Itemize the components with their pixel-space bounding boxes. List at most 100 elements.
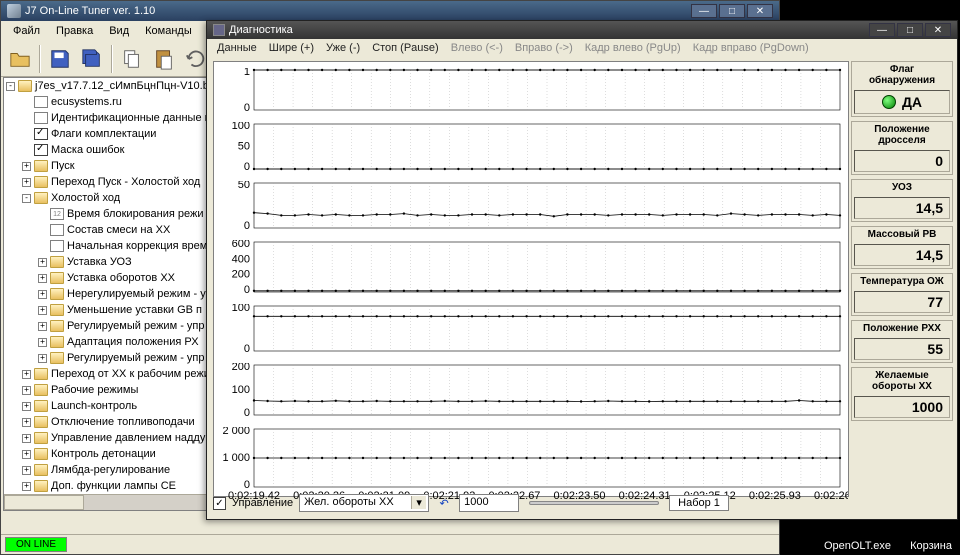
close-button[interactable]: ✕ <box>747 4 773 18</box>
svg-text:100: 100 <box>232 122 250 132</box>
tree-hscrollbar[interactable] <box>4 494 232 510</box>
diag-menu-item[interactable]: Уже (-) <box>320 40 366 56</box>
tree-item[interactable]: +Переход Пуск - Холостой ход <box>4 174 232 190</box>
tree-item[interactable]: +Нерегулируемый режим - у <box>4 286 232 302</box>
expand-icon[interactable]: + <box>22 162 31 171</box>
svg-text:0: 0 <box>244 407 250 419</box>
svg-text:50: 50 <box>238 141 250 153</box>
tree-item[interactable]: +Уставка УОЗ <box>4 254 232 270</box>
tree-root-label: j7es_v17.7.12_сИмпБцнПцн-V10.bк <box>35 80 214 92</box>
expand-icon[interactable]: + <box>22 450 31 459</box>
expand-icon[interactable]: + <box>38 290 47 299</box>
diag-menu-item[interactable]: Стоп (Pause) <box>366 40 445 56</box>
diag-maximize-button[interactable]: □ <box>897 23 923 37</box>
app-icon <box>7 4 21 18</box>
expand-icon[interactable]: + <box>22 386 31 395</box>
chart-svg: 10 <box>214 68 848 118</box>
paste-button[interactable] <box>149 44 179 74</box>
menu-view[interactable]: Вид <box>101 23 137 39</box>
tree-item-label: Launch-контроль <box>51 400 137 412</box>
tree-item[interactable]: +Уменьшение уставки GB п <box>4 302 232 318</box>
menu-edit[interactable]: Правка <box>48 23 101 39</box>
tree-item[interactable]: Состав смеси на ХХ <box>4 222 232 238</box>
taskbar-bin[interactable]: Корзина <box>910 540 952 552</box>
folder-icon <box>34 176 48 188</box>
diag-menu-item[interactable]: Данные <box>211 40 263 56</box>
tree-item[interactable]: ecusystems.ru <box>4 94 232 110</box>
page-icon <box>34 96 48 108</box>
expand-icon[interactable]: + <box>22 418 31 427</box>
expand-icon[interactable]: + <box>22 178 31 187</box>
tree-item[interactable]: Начальная коррекция врем <box>4 238 232 254</box>
tree-item[interactable]: +Доп. функции лампы CE <box>4 478 232 494</box>
readout-label: УОЗ <box>852 180 952 195</box>
diag-minimize-button[interactable]: — <box>869 23 895 37</box>
minimize-button[interactable]: — <box>691 4 717 18</box>
tree-item[interactable]: Идентификационные данные п <box>4 110 232 126</box>
expand-icon[interactable]: + <box>38 322 47 331</box>
menu-commands[interactable]: Команды <box>137 23 200 39</box>
open-button[interactable] <box>5 44 35 74</box>
svg-text:0: 0 <box>244 220 250 232</box>
tree-item-label: Управление давлением надду <box>51 432 205 444</box>
set-label[interactable]: Набор 1 <box>669 495 729 511</box>
revert-button[interactable]: ↶ <box>435 494 453 512</box>
tree-item[interactable]: +Уставка оборотов ХХ <box>4 270 232 286</box>
tree-item[interactable]: Маска ошибок <box>4 142 232 158</box>
tree-item[interactable]: +Пуск <box>4 158 232 174</box>
tree-root[interactable]: - j7es_v17.7.12_сИмпБцнПцн-V10.bк <box>4 78 232 94</box>
expand-icon[interactable]: + <box>22 466 31 475</box>
svg-text:200: 200 <box>232 269 250 281</box>
tree-item-label: Регулируемый режим - упр <box>67 352 205 364</box>
diag-close-button[interactable]: ✕ <box>925 23 951 37</box>
tree-item[interactable]: +Регулируемый режим - упр <box>4 318 232 334</box>
expand-icon[interactable]: + <box>22 402 31 411</box>
tree-item[interactable]: +Датчики, механизмы <box>4 510 232 511</box>
collapse-icon[interactable]: - <box>22 194 31 203</box>
folder-icon <box>34 368 48 380</box>
chart-svg: 6004002000 <box>214 240 848 300</box>
tree-view[interactable]: - j7es_v17.7.12_сИмпБцнПцн-V10.bк ecusys… <box>3 77 233 511</box>
value-input[interactable]: 1000 <box>459 494 519 512</box>
toolbar-separator <box>111 45 113 73</box>
menu-file[interactable]: Файл <box>5 23 48 39</box>
taskbar: OpenOLT.exe Корзина <box>808 540 952 552</box>
copy-button[interactable] <box>117 44 147 74</box>
tree-item[interactable]: Флаги комплектации <box>4 126 232 142</box>
save-button[interactable] <box>45 44 75 74</box>
save-all-button[interactable] <box>77 44 107 74</box>
collapse-icon[interactable]: - <box>6 82 15 91</box>
tree-item-label: Отключение топливоподачи <box>51 416 195 428</box>
expand-icon[interactable]: + <box>38 258 47 267</box>
expand-icon[interactable]: + <box>22 482 31 491</box>
readout-label: Положение РХХ <box>852 321 952 336</box>
svg-text:50: 50 <box>238 181 250 191</box>
tree-item[interactable]: +Переход от ХХ к рабочим режи <box>4 366 232 382</box>
svg-text:200: 200 <box>232 363 250 373</box>
tree-item[interactable]: +Адаптация положения РХ <box>4 334 232 350</box>
control-checkbox[interactable] <box>213 497 226 510</box>
tree-item[interactable]: +Рабочие режимы <box>4 382 232 398</box>
diag-menu-item[interactable]: Шире (+) <box>263 40 320 56</box>
taskbar-app[interactable]: OpenOLT.exe <box>824 540 891 552</box>
tree-item[interactable]: + Launch-контроль <box>4 398 232 414</box>
tree-item[interactable]: + Управление давлением надду <box>4 430 232 446</box>
readout-panel: Желаемыеобороты ХХ1000 <box>851 367 953 421</box>
tree-item-label: Холостой ход <box>51 192 120 204</box>
maximize-button[interactable]: □ <box>719 4 745 18</box>
tree-item[interactable]: +Лямбда-регулирование <box>4 462 232 478</box>
tree-item[interactable]: 12Время блокирования режи <box>4 206 232 222</box>
tree-item[interactable]: - Холостой ход <box>4 190 232 206</box>
tree-item[interactable]: +Контроль детонации <box>4 446 232 462</box>
readout-panel: Температура ОЖ77 <box>851 273 953 316</box>
expand-icon[interactable]: + <box>38 338 47 347</box>
param-combo[interactable]: Жел. обороты ХХ <box>299 494 429 512</box>
tree-item[interactable]: + Регулируемый режим - упр <box>4 350 232 366</box>
tree-item[interactable]: + Отключение топливоподачи <box>4 414 232 430</box>
expand-icon[interactable]: + <box>38 354 47 363</box>
expand-icon[interactable]: + <box>22 370 31 379</box>
expand-icon[interactable]: + <box>38 306 47 315</box>
value-slider[interactable] <box>529 501 659 505</box>
expand-icon[interactable]: + <box>22 434 31 443</box>
expand-icon[interactable]: + <box>38 274 47 283</box>
